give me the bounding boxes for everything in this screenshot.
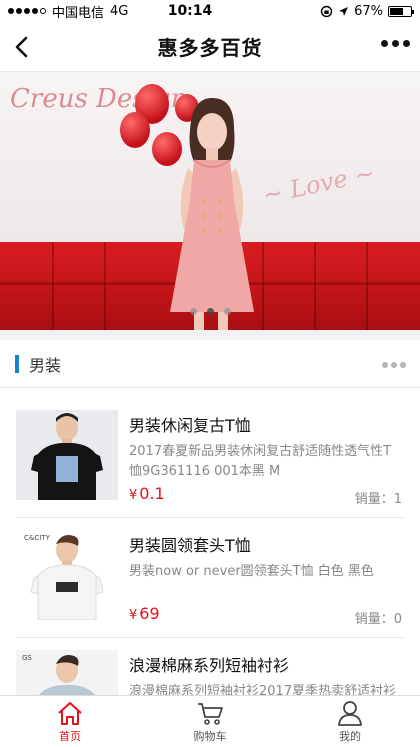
product-image: C&CITY [16,530,118,620]
svg-text:C&CITY: C&CITY [24,534,51,542]
balloon-image [120,112,150,148]
battery-label: 67% [354,3,383,19]
carousel-dot[interactable] [189,308,197,315]
tab-mine-label: 我的 [339,729,361,743]
rotation-lock-icon [320,5,333,17]
model-image [170,98,254,330]
product-title: 浪漫棉麻系列短袖衬衫 [129,656,290,675]
carousel-dot[interactable] [223,308,231,315]
svg-text:GS: GS [22,654,32,662]
section-header: 男装 [0,340,420,388]
product-price: ¥69 [129,604,160,623]
signal-icon [8,8,46,14]
section-accent-bar [15,354,19,373]
nav-bar: 惠多多百货 [0,22,420,72]
product-item[interactable]: C&CITY 男装圆领套头T恤 男装now or never圆领套头T恤 白色 … [16,520,404,638]
product-price: ¥0.1 [129,484,165,503]
page-title: 惠多多百货 [157,36,263,60]
product-title: 男装圆领套头T恤 [129,536,251,555]
user-icon [338,700,362,726]
status-bar: 中国电信 4G 10:14 67% [0,0,420,22]
location-icon [339,6,349,16]
carousel-dot[interactable] [206,308,214,315]
status-time: 10:14 [167,3,213,19]
currency-symbol: ¥ [129,488,138,503]
price-value: 0.1 [139,484,165,503]
status-right: 67% [262,3,414,19]
back-icon[interactable] [8,32,38,62]
tab-mine[interactable]: 我的 [280,696,420,747]
product-sales: 销量：1 [354,492,402,507]
product-description: 男装now or never圆领套头T恤 白色 黑色 [129,564,374,579]
section-more-icon[interactable] [382,362,406,368]
product-title: 男装休闲复古T恤 [129,416,251,435]
price-value: 69 [139,604,160,623]
tab-home[interactable]: 首页 [0,696,140,747]
product-image [16,410,118,500]
banner-carousel[interactable]: Creus Design ~ Love ~ [0,72,420,330]
product-description: 2017春夏新品男装休闲复古舒适随性透气性T恤9G361116 001本黑 M [129,444,392,479]
tab-cart[interactable]: 购物车 [140,696,280,747]
banner-script-decoration: ~ Love ~ [260,158,378,210]
battery-icon [388,5,414,17]
section-title: 男装 [29,355,62,375]
cart-icon [198,702,223,725]
home-icon [58,701,82,725]
carousel-indicator[interactable] [0,308,420,315]
product-section: 男装 男装休闲复古T恤 2017春夏新品男装休闲复古舒适随性透气性T恤9G361… [0,340,420,747]
tab-home-label: 首页 [59,729,81,743]
tab-cart-label: 购物车 [193,729,227,743]
currency-symbol: ¥ [129,608,138,623]
product-sales: 销量：0 [354,612,402,627]
product-item[interactable]: 男装休闲复古T恤 2017春夏新品男装休闲复古舒适随性透气性T恤9G361116… [16,400,404,518]
more-icon[interactable] [381,40,410,47]
carrier-label: 中国电信 [52,5,105,21]
tab-bar: 首页 购物车 我的 [0,695,420,747]
